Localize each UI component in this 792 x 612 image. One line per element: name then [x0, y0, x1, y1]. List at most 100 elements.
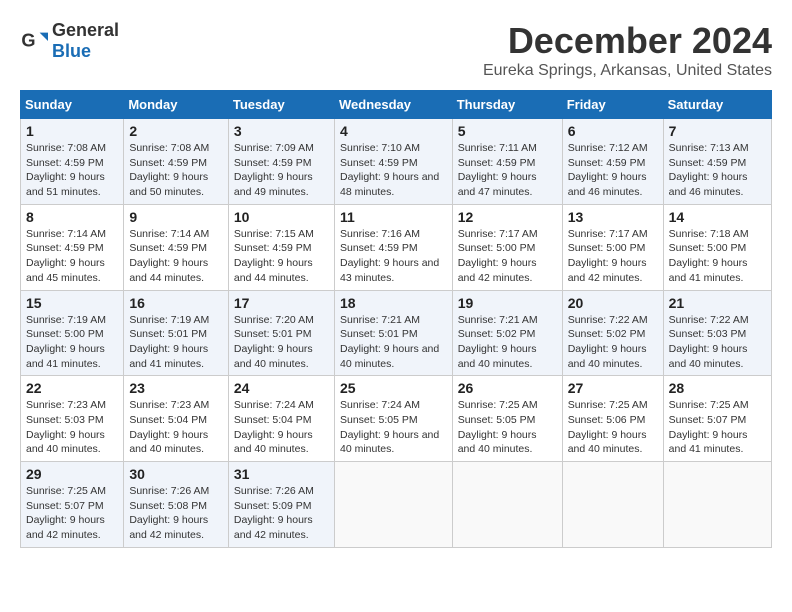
header-tuesday: Tuesday	[228, 91, 334, 119]
day-number: 9	[129, 209, 223, 225]
day-number: 24	[234, 380, 329, 396]
header-saturday: Saturday	[663, 91, 771, 119]
day-number: 15	[26, 295, 118, 311]
day-detail: Sunrise: 7:25 AMSunset: 5:07 PMDaylight:…	[669, 399, 749, 455]
calendar-cell: 28 Sunrise: 7:25 AMSunset: 5:07 PMDaylig…	[663, 376, 771, 462]
day-detail: Sunrise: 7:25 AMSunset: 5:06 PMDaylight:…	[568, 399, 648, 455]
day-number: 13	[568, 209, 658, 225]
calendar-cell	[663, 462, 771, 548]
day-detail: Sunrise: 7:26 AMSunset: 5:09 PMDaylight:…	[234, 485, 314, 541]
day-number: 14	[669, 209, 766, 225]
title-area: December 2024 Eureka Springs, Arkansas, …	[483, 20, 772, 80]
calendar-cell: 9 Sunrise: 7:14 AMSunset: 4:59 PMDayligh…	[124, 204, 229, 290]
calendar-cell: 14 Sunrise: 7:18 AMSunset: 5:00 PMDaylig…	[663, 204, 771, 290]
day-number: 12	[458, 209, 557, 225]
day-number: 1	[26, 123, 118, 139]
day-detail: Sunrise: 7:08 AMSunset: 4:59 PMDaylight:…	[129, 142, 209, 198]
calendar-week-5: 29 Sunrise: 7:25 AMSunset: 5:07 PMDaylig…	[21, 462, 772, 548]
calendar-cell: 21 Sunrise: 7:22 AMSunset: 5:03 PMDaylig…	[663, 290, 771, 376]
calendar-cell: 13 Sunrise: 7:17 AMSunset: 5:00 PMDaylig…	[562, 204, 663, 290]
day-detail: Sunrise: 7:24 AMSunset: 5:05 PMDaylight:…	[340, 399, 439, 455]
day-number: 7	[669, 123, 766, 139]
day-number: 17	[234, 295, 329, 311]
day-detail: Sunrise: 7:10 AMSunset: 4:59 PMDaylight:…	[340, 142, 439, 198]
day-number: 27	[568, 380, 658, 396]
calendar-cell: 27 Sunrise: 7:25 AMSunset: 5:06 PMDaylig…	[562, 376, 663, 462]
day-detail: Sunrise: 7:17 AMSunset: 5:00 PMDaylight:…	[458, 228, 538, 284]
calendar-cell	[562, 462, 663, 548]
calendar-cell: 8 Sunrise: 7:14 AMSunset: 4:59 PMDayligh…	[21, 204, 124, 290]
day-detail: Sunrise: 7:17 AMSunset: 5:00 PMDaylight:…	[568, 228, 648, 284]
day-detail: Sunrise: 7:23 AMSunset: 5:04 PMDaylight:…	[129, 399, 209, 455]
calendar-cell	[452, 462, 562, 548]
day-detail: Sunrise: 7:22 AMSunset: 5:02 PMDaylight:…	[568, 314, 648, 370]
calendar-cell: 15 Sunrise: 7:19 AMSunset: 5:00 PMDaylig…	[21, 290, 124, 376]
calendar-cell: 5 Sunrise: 7:11 AMSunset: 4:59 PMDayligh…	[452, 119, 562, 205]
logo-general: General	[52, 20, 119, 40]
calendar-cell: 12 Sunrise: 7:17 AMSunset: 5:00 PMDaylig…	[452, 204, 562, 290]
day-detail: Sunrise: 7:24 AMSunset: 5:04 PMDaylight:…	[234, 399, 314, 455]
day-number: 30	[129, 466, 223, 482]
calendar-cell: 20 Sunrise: 7:22 AMSunset: 5:02 PMDaylig…	[562, 290, 663, 376]
day-detail: Sunrise: 7:09 AMSunset: 4:59 PMDaylight:…	[234, 142, 314, 198]
calendar-week-2: 8 Sunrise: 7:14 AMSunset: 4:59 PMDayligh…	[21, 204, 772, 290]
day-detail: Sunrise: 7:18 AMSunset: 5:00 PMDaylight:…	[669, 228, 749, 284]
calendar-cell: 17 Sunrise: 7:20 AMSunset: 5:01 PMDaylig…	[228, 290, 334, 376]
day-detail: Sunrise: 7:12 AMSunset: 4:59 PMDaylight:…	[568, 142, 648, 198]
calendar-week-4: 22 Sunrise: 7:23 AMSunset: 5:03 PMDaylig…	[21, 376, 772, 462]
calendar-cell: 29 Sunrise: 7:25 AMSunset: 5:07 PMDaylig…	[21, 462, 124, 548]
header-thursday: Thursday	[452, 91, 562, 119]
day-detail: Sunrise: 7:26 AMSunset: 5:08 PMDaylight:…	[129, 485, 209, 541]
calendar-cell: 2 Sunrise: 7:08 AMSunset: 4:59 PMDayligh…	[124, 119, 229, 205]
header-friday: Friday	[562, 91, 663, 119]
day-number: 23	[129, 380, 223, 396]
svg-text:G: G	[21, 31, 35, 51]
header-wednesday: Wednesday	[334, 91, 452, 119]
calendar-cell: 19 Sunrise: 7:21 AMSunset: 5:02 PMDaylig…	[452, 290, 562, 376]
calendar-cell: 7 Sunrise: 7:13 AMSunset: 4:59 PMDayligh…	[663, 119, 771, 205]
calendar-cell: 11 Sunrise: 7:16 AMSunset: 4:59 PMDaylig…	[334, 204, 452, 290]
day-number: 20	[568, 295, 658, 311]
calendar-cell: 6 Sunrise: 7:12 AMSunset: 4:59 PMDayligh…	[562, 119, 663, 205]
day-number: 31	[234, 466, 329, 482]
day-detail: Sunrise: 7:25 AMSunset: 5:07 PMDaylight:…	[26, 485, 106, 541]
calendar-week-3: 15 Sunrise: 7:19 AMSunset: 5:00 PMDaylig…	[21, 290, 772, 376]
calendar-cell: 16 Sunrise: 7:19 AMSunset: 5:01 PMDaylig…	[124, 290, 229, 376]
day-detail: Sunrise: 7:14 AMSunset: 4:59 PMDaylight:…	[26, 228, 106, 284]
day-number: 2	[129, 123, 223, 139]
day-detail: Sunrise: 7:23 AMSunset: 5:03 PMDaylight:…	[26, 399, 106, 455]
day-detail: Sunrise: 7:21 AMSunset: 5:01 PMDaylight:…	[340, 314, 439, 370]
day-detail: Sunrise: 7:11 AMSunset: 4:59 PMDaylight:…	[458, 142, 537, 198]
page-header: G General Blue December 2024 Eureka Spri…	[20, 20, 772, 80]
day-detail: Sunrise: 7:08 AMSunset: 4:59 PMDaylight:…	[26, 142, 106, 198]
day-detail: Sunrise: 7:25 AMSunset: 5:05 PMDaylight:…	[458, 399, 538, 455]
calendar-cell: 22 Sunrise: 7:23 AMSunset: 5:03 PMDaylig…	[21, 376, 124, 462]
calendar-cell: 3 Sunrise: 7:09 AMSunset: 4:59 PMDayligh…	[228, 119, 334, 205]
logo: G General Blue	[20, 20, 119, 62]
calendar-cell	[334, 462, 452, 548]
day-number: 4	[340, 123, 447, 139]
main-title: December 2024	[483, 20, 772, 62]
calendar-cell: 26 Sunrise: 7:25 AMSunset: 5:05 PMDaylig…	[452, 376, 562, 462]
header-monday: Monday	[124, 91, 229, 119]
day-number: 5	[458, 123, 557, 139]
day-number: 6	[568, 123, 658, 139]
day-detail: Sunrise: 7:20 AMSunset: 5:01 PMDaylight:…	[234, 314, 314, 370]
calendar-cell: 31 Sunrise: 7:26 AMSunset: 5:09 PMDaylig…	[228, 462, 334, 548]
logo-icon: G	[20, 27, 48, 55]
day-detail: Sunrise: 7:15 AMSunset: 4:59 PMDaylight:…	[234, 228, 314, 284]
day-detail: Sunrise: 7:14 AMSunset: 4:59 PMDaylight:…	[129, 228, 209, 284]
day-number: 16	[129, 295, 223, 311]
logo-blue: Blue	[52, 41, 91, 61]
day-number: 25	[340, 380, 447, 396]
calendar-cell: 18 Sunrise: 7:21 AMSunset: 5:01 PMDaylig…	[334, 290, 452, 376]
day-detail: Sunrise: 7:22 AMSunset: 5:03 PMDaylight:…	[669, 314, 749, 370]
day-detail: Sunrise: 7:16 AMSunset: 4:59 PMDaylight:…	[340, 228, 439, 284]
day-number: 26	[458, 380, 557, 396]
subtitle: Eureka Springs, Arkansas, United States	[483, 62, 772, 80]
day-number: 28	[669, 380, 766, 396]
day-number: 19	[458, 295, 557, 311]
day-number: 8	[26, 209, 118, 225]
day-number: 10	[234, 209, 329, 225]
calendar-week-1: 1 Sunrise: 7:08 AMSunset: 4:59 PMDayligh…	[21, 119, 772, 205]
